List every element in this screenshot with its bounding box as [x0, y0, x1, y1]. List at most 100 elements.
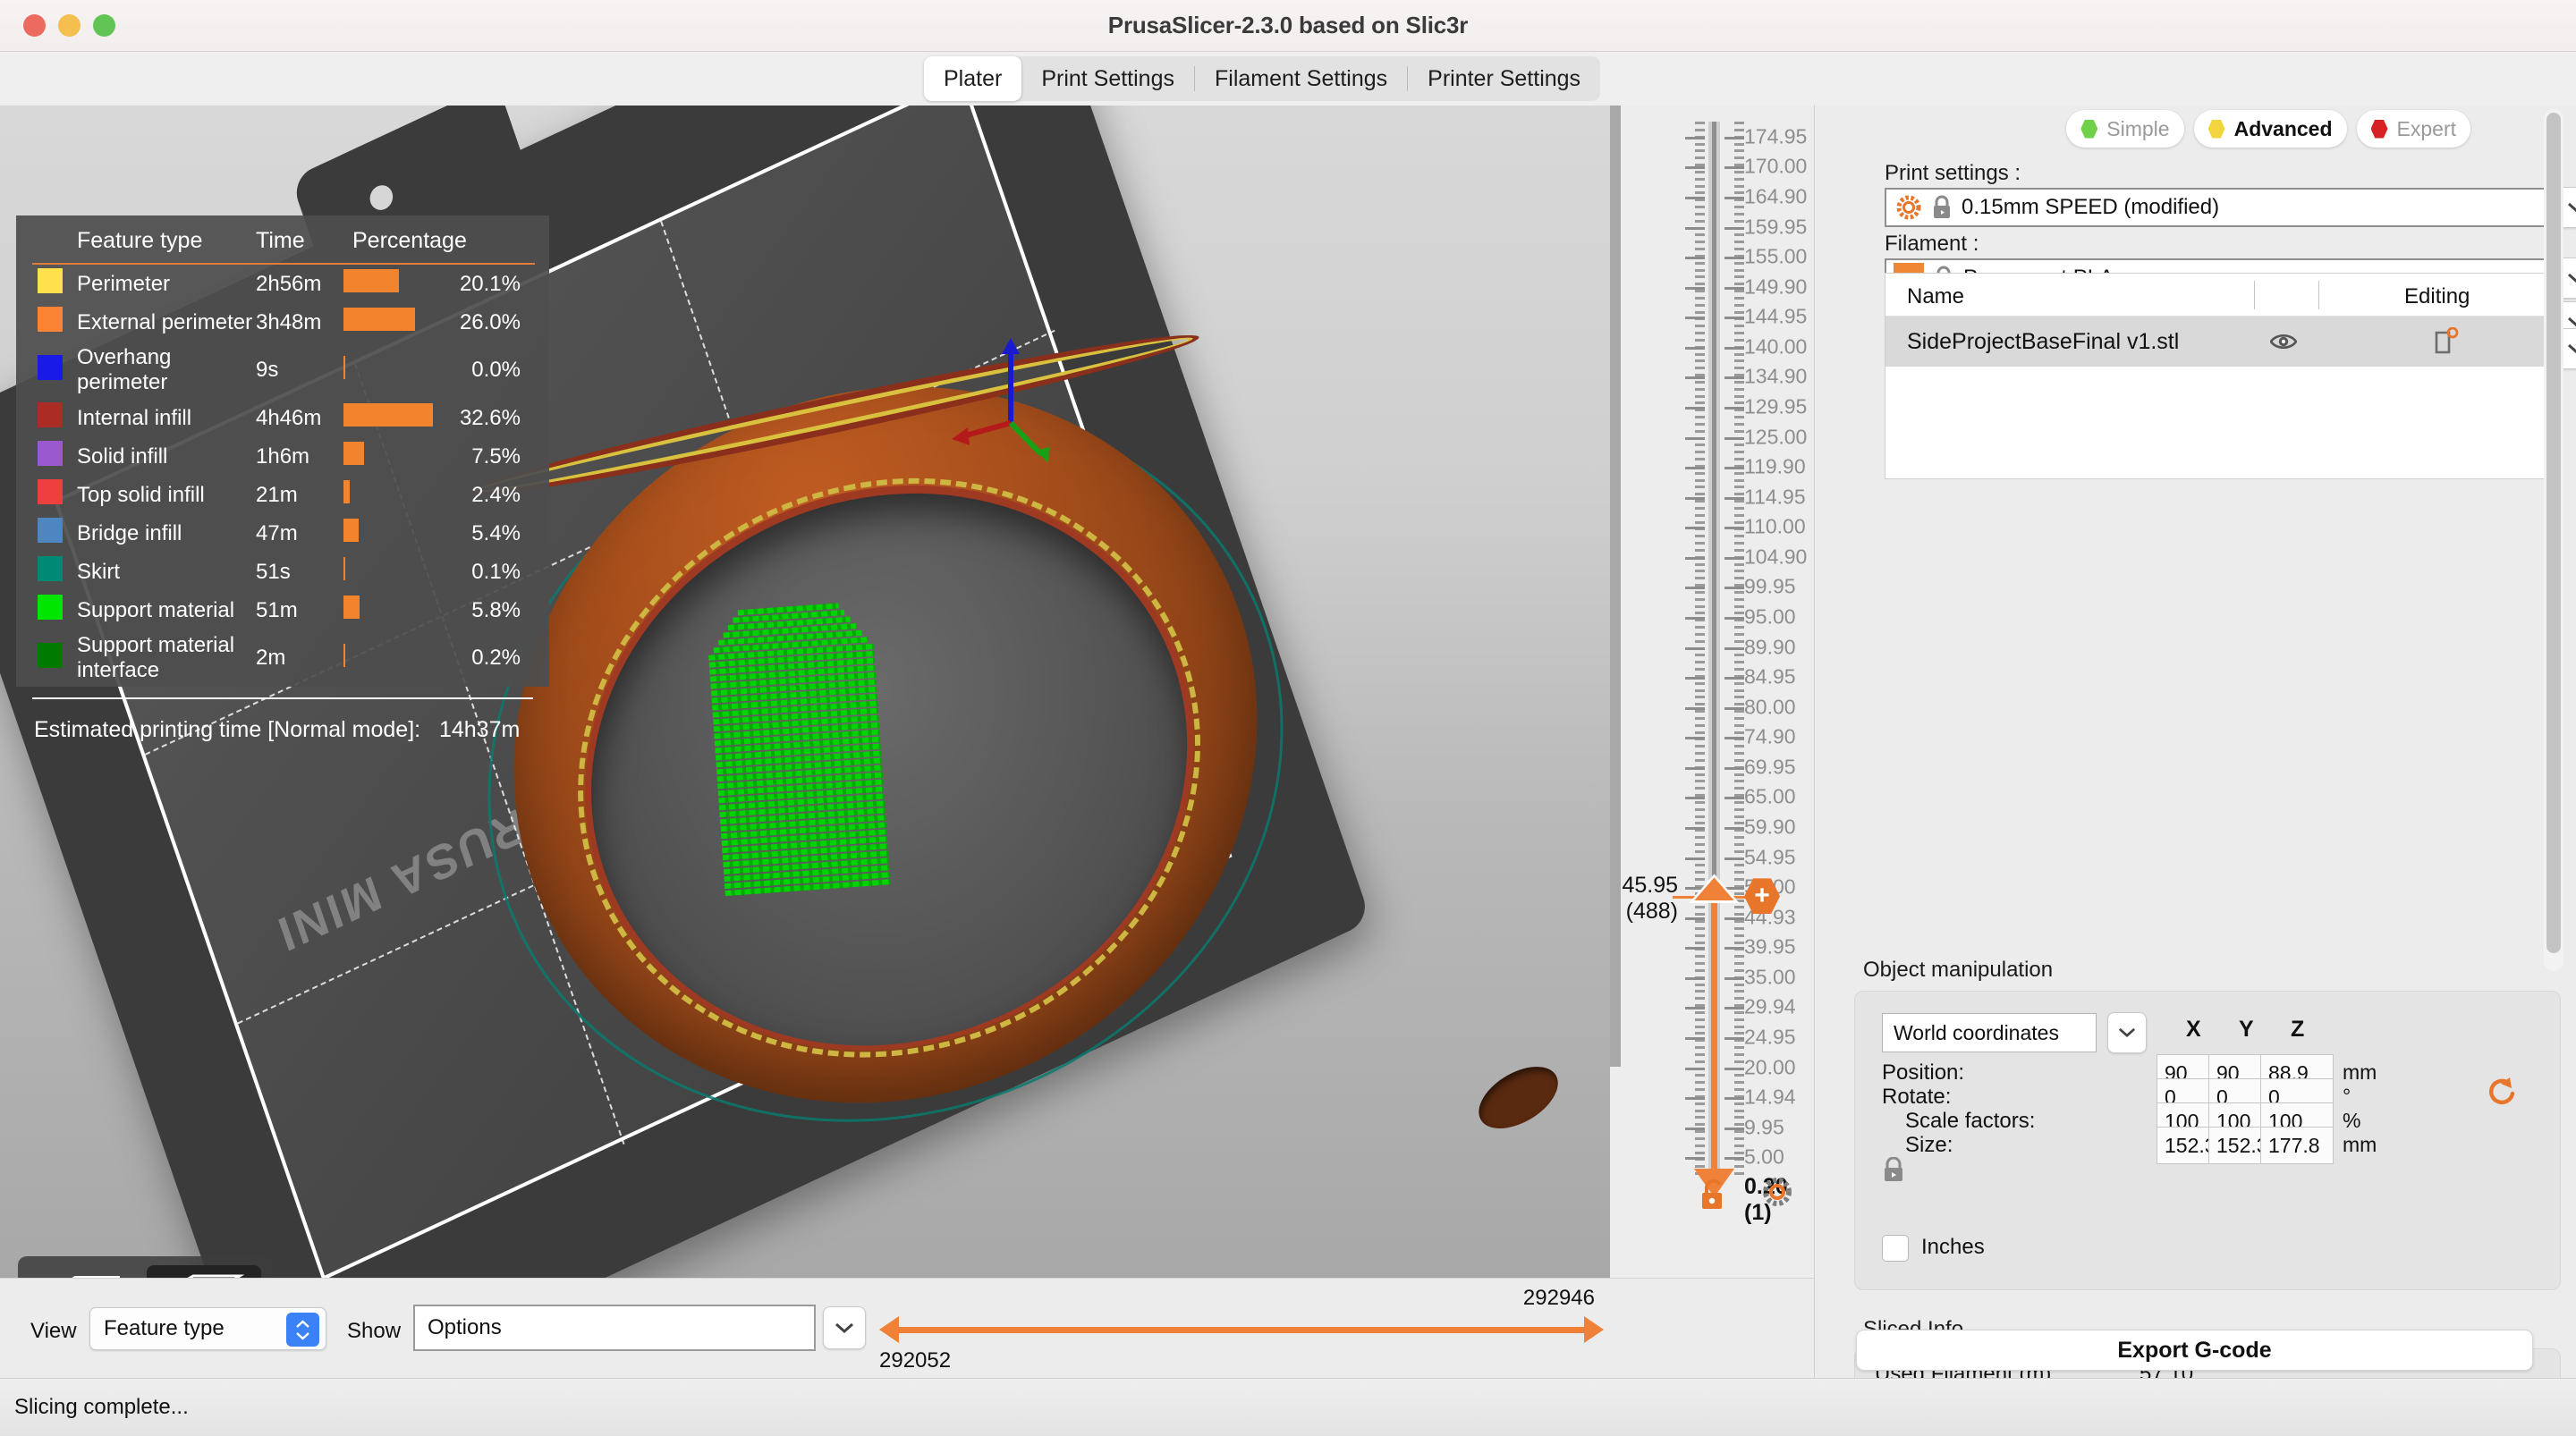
- layer-tick: [1695, 458, 1705, 460]
- view-mode-toggle[interactable]: [18, 1256, 271, 1278]
- mode-expert-button[interactable]: Expert: [2356, 110, 2470, 148]
- layer-tick: [1695, 933, 1705, 937]
- tab-printer-settings[interactable]: Printer Settings: [1408, 56, 1600, 101]
- 3d-editor-view-button[interactable]: [27, 1265, 141, 1278]
- edit-object-icon[interactable]: [2433, 327, 2460, 356]
- layer-major-tick: [1724, 196, 1744, 199]
- legend-percentage-value: 26.0%: [459, 309, 521, 334]
- layer-tick: [1695, 170, 1705, 173]
- layer-major-tick: [1685, 616, 1705, 620]
- layer-tick: [1734, 219, 1744, 223]
- mode-selector[interactable]: Simple Advanced Expert: [2066, 110, 2470, 148]
- mode-simple-button[interactable]: Simple: [2066, 110, 2184, 148]
- layer-tick: [1734, 443, 1744, 447]
- layer-tick: [1695, 128, 1705, 131]
- layer-tick: [1734, 1102, 1744, 1105]
- layer-tick: [1734, 1144, 1744, 1147]
- layer-tick-label: 144.95: [1744, 304, 1808, 328]
- unlock-icon[interactable]: [1699, 1178, 1729, 1211]
- tab-plater[interactable]: Plater: [924, 56, 1022, 101]
- moves-slider[interactable]: 292946 292052: [879, 1286, 1604, 1373]
- size-z-field[interactable]: 177.8: [2260, 1127, 2334, 1164]
- moves-slider-upper-handle[interactable]: [1584, 1316, 1604, 1343]
- show-input[interactable]: Options: [413, 1305, 816, 1351]
- layer-major-tick: [1685, 1097, 1705, 1101]
- eye-icon[interactable]: [2270, 331, 2297, 352]
- uniform-scale-lock-icon[interactable]: [1882, 1157, 1905, 1184]
- layer-tick: [1695, 184, 1705, 188]
- print-settings-combo[interactable]: 0.15mm SPEED (modified): [1885, 188, 2546, 227]
- legend-color-swatch: [16, 514, 63, 553]
- legend-percentage-value: 0.0%: [471, 358, 521, 382]
- inches-checkbox[interactable]: [1882, 1235, 1909, 1262]
- export-gcode-button[interactable]: Export G-code: [1856, 1330, 2533, 1371]
- layer-major-tick: [1724, 706, 1744, 710]
- object-list-row[interactable]: SideProjectBaseFinal v1.stl: [1885, 317, 2546, 367]
- layer-tick: [1695, 429, 1705, 433]
- view-select-stepper[interactable]: [286, 1313, 319, 1347]
- mode-expert-label: Expert: [2396, 116, 2456, 140]
- layer-tick-label: 69.95: [1744, 755, 1796, 779]
- layer-tick: [1695, 681, 1705, 685]
- layer-major-tick: [1724, 1067, 1744, 1070]
- layer-tick: [1734, 710, 1744, 713]
- layer-slider[interactable]: 174.95 170.00 164.90 159.95 155.00 149.90 144.…: [1610, 106, 1814, 1278]
- tab-print-settings[interactable]: Print Settings: [1021, 56, 1194, 101]
- layer-tick: [1695, 668, 1705, 671]
- layer-major-tick: [1685, 317, 1705, 320]
- legend-percentage-value: 0.1%: [471, 559, 521, 584]
- print-settings-value: 0.15mm SPEED (modified): [1962, 195, 2220, 219]
- window-titlebar: PrusaSlicer-2.3.0 based on Slic3r: [0, 0, 2576, 52]
- sidebar-scrollbar-thumb[interactable]: [2546, 113, 2561, 953]
- legend-percentage-bar: [343, 303, 451, 342]
- reset-rotation-icon[interactable]: [2487, 1076, 2519, 1108]
- view-select[interactable]: Feature type: [89, 1307, 326, 1350]
- layer-tick: [1695, 500, 1705, 503]
- layer-major-tick: [1724, 406, 1744, 410]
- layer-major-tick: [1724, 976, 1744, 980]
- object-list[interactable]: Name Editing SideProjectBaseFinal v1.stl: [1885, 273, 2546, 479]
- layer-tick: [1695, 1102, 1705, 1105]
- preview-view-button[interactable]: [147, 1265, 261, 1278]
- mode-advanced-button[interactable]: Advanced: [2193, 110, 2347, 148]
- layer-tick: [1734, 367, 1744, 370]
- moves-slider-lower-handle[interactable]: [879, 1316, 899, 1343]
- layer-tick: [1734, 206, 1744, 208]
- layer-tick: [1734, 849, 1744, 853]
- layer-tick: [1734, 626, 1744, 629]
- layer-tick: [1695, 780, 1705, 783]
- legend-rows: Perimeter 2h56m 20.1% External perimeter 3h4…: [16, 265, 549, 687]
- layer-major-tick: [1724, 857, 1744, 860]
- coordinate-system-select[interactable]: World coordinates: [1882, 1013, 2097, 1052]
- layer-tick: [1734, 681, 1744, 685]
- layer-tick-label: 125.00: [1744, 425, 1808, 448]
- legend-color-swatch: [16, 476, 63, 514]
- legend-feature-time: 51m: [256, 597, 298, 622]
- layer-major-tick: [1685, 1067, 1705, 1070]
- expert-mode-dot-icon: [2370, 119, 2388, 139]
- object-list-col-name: Name: [1907, 284, 1965, 308]
- layer-tick: [1695, 632, 1705, 636]
- preview-bottom-toolbar: View Feature type Show Options 292946 29…: [0, 1278, 1814, 1378]
- layer-tick-label: 95.00: [1744, 604, 1796, 629]
- layer-tick: [1695, 822, 1705, 825]
- 3d-viewport[interactable]: PRUSA MINI Feature type Time Percentage …: [0, 106, 1610, 1278]
- layer-tick: [1734, 968, 1744, 972]
- tab-filament-settings[interactable]: Filament Settings: [1195, 56, 1407, 101]
- layer-tick-label: 74.90: [1744, 724, 1796, 748]
- coordinate-system-dropdown-button[interactable]: [2107, 1012, 2147, 1053]
- layer-tick-label: 14.94: [1744, 1085, 1796, 1109]
- layer-major-tick: [1685, 496, 1705, 500]
- layer-tick-label: 29.94: [1744, 994, 1796, 1018]
- layer-tick: [1734, 1109, 1744, 1112]
- layer-tick: [1734, 1032, 1744, 1035]
- layer-tick: [1695, 787, 1705, 790]
- layer-tick: [1695, 800, 1705, 804]
- position-label: Position:: [1882, 1060, 1965, 1085]
- show-dropdown-button[interactable]: [823, 1306, 866, 1349]
- mode-simple-label: Simple: [2106, 116, 2170, 140]
- layer-tick: [1734, 654, 1744, 657]
- layer-tick: [1734, 836, 1744, 839]
- gear-icon[interactable]: [1762, 1177, 1792, 1207]
- sidebar-scrollbar[interactable]: [2544, 109, 2563, 971]
